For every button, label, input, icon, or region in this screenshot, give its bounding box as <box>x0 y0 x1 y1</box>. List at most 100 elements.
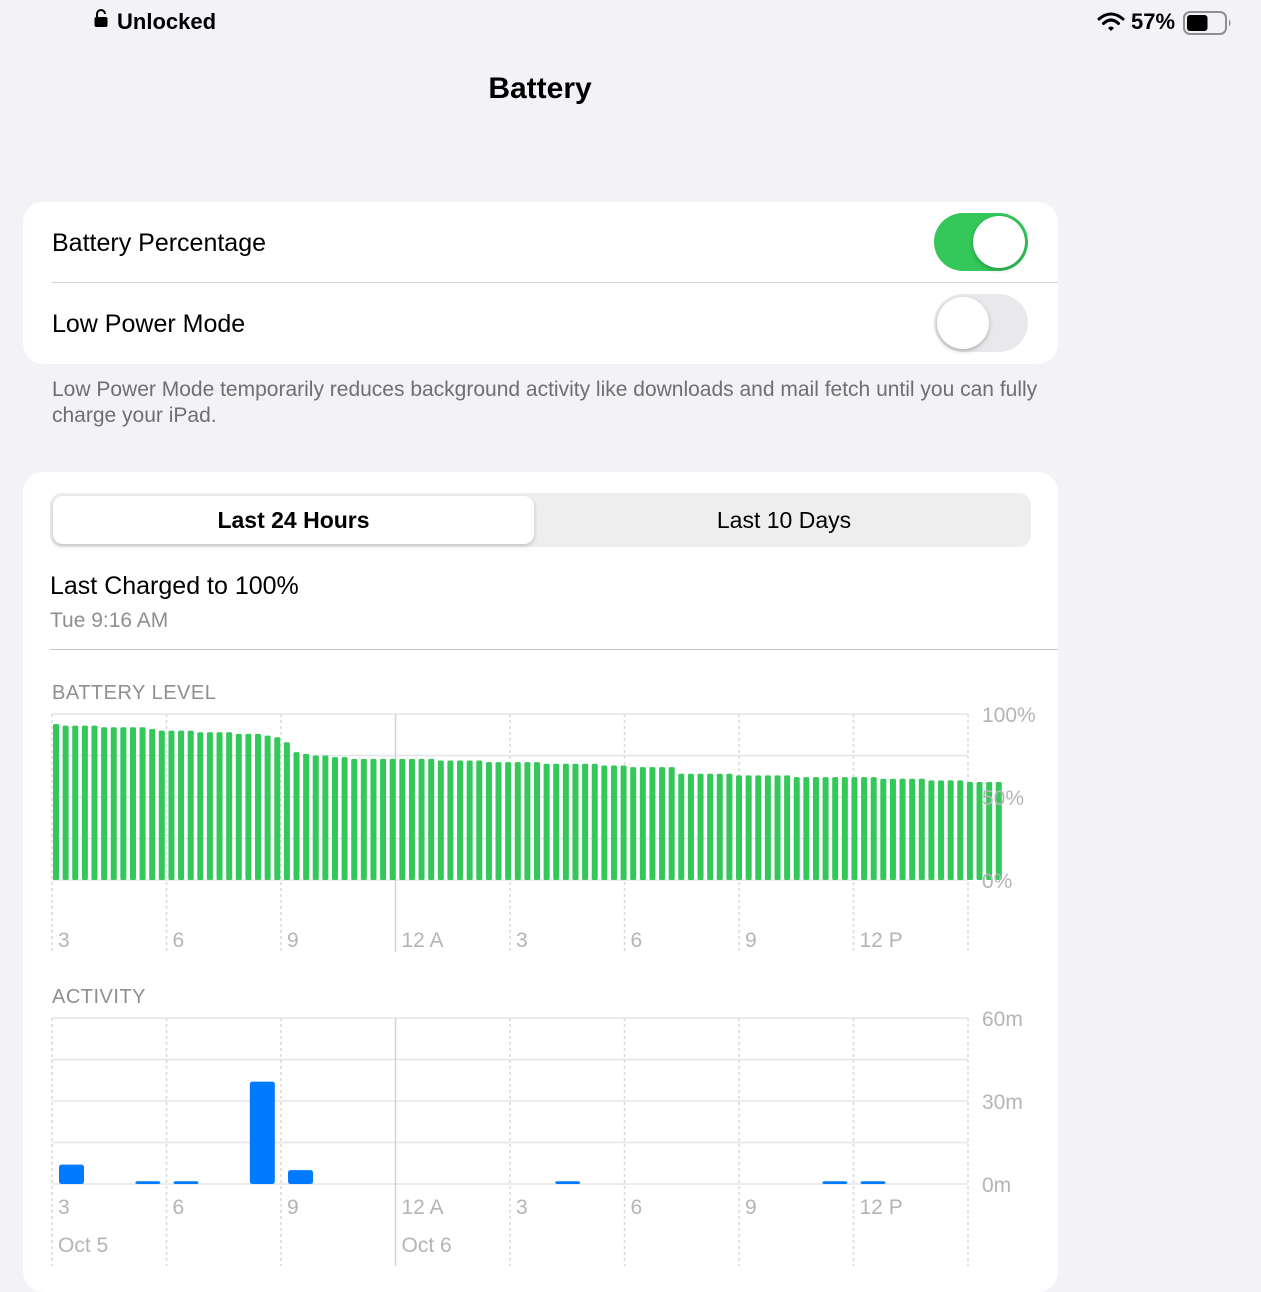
battery-level-bar <box>158 730 165 880</box>
low-power-mode-label: Low Power Mode <box>52 310 246 338</box>
activity-x-tick-label: 3 <box>58 1196 70 1219</box>
battery-level-bar <box>678 773 685 880</box>
activity-bar <box>249 1081 275 1184</box>
segment-last-10-days[interactable]: Last 10 Days <box>540 496 1028 544</box>
battery-level-bar <box>322 755 329 880</box>
battery-level-bar <box>553 763 560 880</box>
battery-level-bar <box>745 775 752 880</box>
battery-level-bar <box>957 780 964 880</box>
battery-level-bar <box>707 773 714 880</box>
time-range-segmented-control: Last 24 Hours Last 10 Days <box>50 493 1031 547</box>
battery-level-bar <box>485 762 492 880</box>
battery-level-bar <box>812 777 819 880</box>
activity-x-tick-label: 9 <box>745 1196 757 1219</box>
battery-level-bar <box>476 760 483 880</box>
battery-level-bar <box>514 762 521 880</box>
battery-level-bar <box>408 758 415 880</box>
activity-x-tick-label: 12 P <box>860 1196 903 1219</box>
battery-level-bar <box>889 778 896 880</box>
battery-level-bar <box>303 753 310 880</box>
activity-date-label: Oct 5 <box>58 1234 108 1257</box>
battery-y-tick-label: 0% <box>982 870 1012 893</box>
battery-level-bar <box>716 773 723 880</box>
battery-x-tick-label: 9 <box>745 929 757 952</box>
activity-chart: 60m 30m 0m 3 6 9 12 A 3 6 9 12 P Oct 5 Oct 6 <box>51 1008 1023 1266</box>
battery-x-tick-label: 3 <box>516 929 528 952</box>
battery-level-bar <box>120 727 127 880</box>
battery-level-bar <box>591 763 598 880</box>
battery-level-bar <box>687 773 694 880</box>
activity-x-tick-label: 12 A <box>402 1196 444 1219</box>
battery-level-bar <box>101 727 108 880</box>
battery-level-bar <box>668 767 675 880</box>
battery-level-bar <box>235 733 242 880</box>
battery-level-bar <box>447 760 454 880</box>
battery-level-bar <box>649 767 656 880</box>
battery-level-bar <box>880 778 887 880</box>
segment-last-24-hours[interactable]: Last 24 Hours <box>53 496 534 544</box>
battery-level-bar <box>457 760 464 880</box>
activity-x-tick-label: 6 <box>173 1196 185 1219</box>
last-charged-title: Last Charged to 100% <box>50 572 299 600</box>
battery-level-bar <box>110 727 117 880</box>
battery-y-tick-label: 50% <box>982 787 1024 810</box>
battery-level-bar <box>841 777 848 880</box>
battery-level-bar <box>341 757 348 880</box>
low-power-mode-toggle[interactable] <box>934 294 1028 352</box>
battery-level-bar <box>755 775 762 880</box>
battery-level-bar <box>197 732 204 880</box>
activity-x-tick-label: 3 <box>516 1196 528 1219</box>
activity-x-tick-label: 6 <box>631 1196 643 1219</box>
activity-bar <box>555 1181 581 1184</box>
status-bar: Unlocked 57% <box>0 0 1261 44</box>
activity-bar <box>860 1181 886 1184</box>
battery-x-tick-label: 12 P <box>860 929 903 952</box>
battery-level-bar <box>601 765 608 880</box>
battery-percentage-row: Battery Percentage <box>23 202 1058 283</box>
battery-level-bar <box>793 777 800 880</box>
battery-level-bar <box>851 777 858 880</box>
battery-level-chart: 100% 50% 0% 3 6 9 12 A 3 6 9 12 P <box>51 704 1036 952</box>
battery-level-bar <box>495 762 502 880</box>
battery-level-bar <box>909 778 916 880</box>
battery-level-bar <box>226 732 233 880</box>
battery-level-bar <box>351 758 358 880</box>
battery-level-bar <box>947 780 954 880</box>
activity-bar <box>173 1181 199 1184</box>
battery-level-bar <box>639 767 646 880</box>
battery-level-bar <box>736 775 743 880</box>
activity-bar <box>822 1181 848 1184</box>
battery-x-tick-label: 6 <box>173 929 185 952</box>
battery-percentage-toggle[interactable] <box>934 213 1028 271</box>
battery-level-bar <box>428 758 435 880</box>
activity-y-tick-label: 0m <box>982 1174 1011 1197</box>
battery-level-bar <box>572 763 579 880</box>
battery-level-bar <box>53 723 59 880</box>
battery-level-bar <box>832 777 839 880</box>
battery-level-bar <box>822 777 829 880</box>
wifi-icon <box>1097 12 1125 31</box>
battery-level-bar <box>283 742 290 880</box>
battery-level-bar <box>216 732 223 880</box>
battery-level-bar <box>543 763 550 880</box>
battery-level-bar <box>610 765 617 880</box>
battery-x-tick-label: 6 <box>631 929 643 952</box>
activity-y-tick-label: 60m <box>982 1008 1023 1031</box>
battery-level-bar <box>389 758 396 880</box>
toggle-knob <box>973 216 1025 268</box>
battery-settings-group: Battery Percentage Low Power Mode <box>23 202 1058 364</box>
activity-date-label: Oct 6 <box>402 1234 452 1257</box>
battery-level-bar <box>562 763 569 880</box>
activity-y-tick-label: 30m <box>982 1091 1023 1114</box>
battery-level-bar <box>206 732 213 880</box>
battery-level-bar <box>928 780 935 880</box>
battery-icon <box>1183 11 1231 35</box>
battery-level-bar <box>81 725 88 880</box>
battery-level-bar <box>505 762 512 880</box>
battery-level-bar <box>784 775 791 880</box>
battery-level-bar <box>178 730 185 880</box>
battery-level-bar <box>630 767 637 880</box>
battery-level-bar <box>870 777 877 880</box>
activity-bar <box>288 1170 313 1184</box>
activity-x-tick-label: 9 <box>287 1196 299 1219</box>
